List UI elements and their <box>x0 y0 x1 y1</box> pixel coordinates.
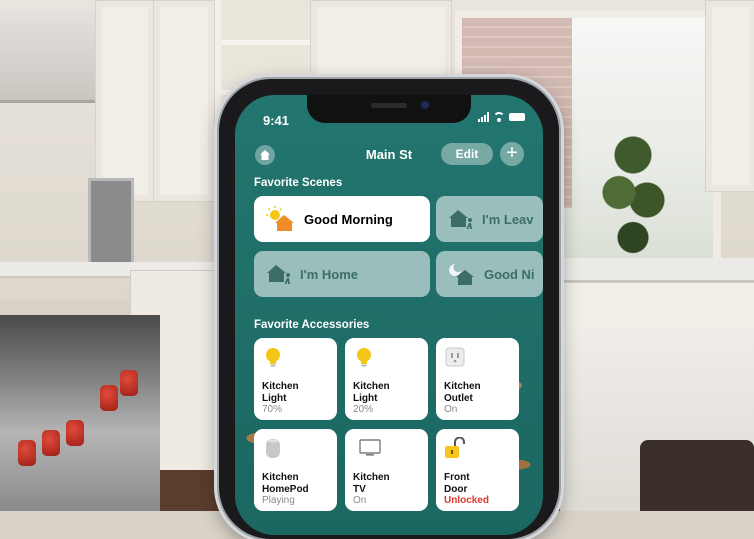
accessory-name: Kitchen <box>353 472 390 483</box>
accessory-status: 70% <box>262 404 283 415</box>
accessory-kitchen-outlet[interactable]: Kitchen Outlet On <box>436 338 519 420</box>
gas-range <box>0 315 160 511</box>
accessory-name: Outlet <box>444 392 473 404</box>
scene-label: Good Morning <box>304 211 393 227</box>
favorite-scenes-heading: Favorite Scenes <box>254 177 343 189</box>
sunrise-house-icon <box>266 206 294 231</box>
accessory-name: Front <box>444 472 470 483</box>
tv-icon <box>359 439 381 456</box>
right-counter <box>540 258 754 282</box>
arriving-house-icon <box>267 265 290 284</box>
edit-button[interactable]: Edit <box>441 143 493 165</box>
scene-label: I'm Leav <box>482 211 534 227</box>
accessory-name: Kitchen <box>262 381 299 392</box>
accessory-name: Light <box>262 392 287 404</box>
accessory-front-door[interactable]: Front Door Unlocked <box>436 429 519 511</box>
battery-icon <box>509 113 525 121</box>
scene-good-morning[interactable]: Good Morning <box>254 196 430 242</box>
lightbulb-icon <box>357 348 371 367</box>
scene-im-leaving[interactable]: I'm Leav <box>436 196 543 242</box>
wifi-icon <box>493 112 505 122</box>
scene-label: Good Ni <box>484 266 535 282</box>
range-hood <box>0 10 95 103</box>
upper-cabinet <box>705 0 754 192</box>
home-app-screen: 9:41 Main St Edit + Favorite Scenes Good… <box>235 95 543 535</box>
scene-im-home[interactable]: I'm Home <box>254 251 430 297</box>
accessory-status: 20% <box>353 404 374 415</box>
bar-stool <box>640 440 754 511</box>
unlocked-lock-icon <box>445 436 465 458</box>
accessory-name: Light <box>353 392 378 404</box>
accessory-kitchen-light-2[interactable]: Kitchen Light 20% <box>345 338 428 420</box>
add-button[interactable]: + <box>500 142 524 166</box>
scene-label: I'm Home <box>300 266 358 282</box>
accessory-name: TV <box>353 483 366 495</box>
front-camera-icon <box>421 101 429 109</box>
outlet-icon <box>445 347 465 367</box>
accessory-name: Kitchen <box>353 381 390 392</box>
cellular-signal-icon <box>478 112 489 122</box>
lightbulb-icon <box>266 348 280 367</box>
accessory-name: Kitchen <box>444 381 481 392</box>
home-title: Main St <box>365 147 413 162</box>
accessory-status: On <box>353 495 367 506</box>
leaving-house-icon <box>449 210 472 229</box>
phone-notch <box>307 95 471 123</box>
accessory-kitchen-light-1[interactable]: Kitchen Light 70% <box>254 338 337 420</box>
iphone-device: 9:41 Main St Edit + Favorite Scenes Good… <box>219 79 559 539</box>
homepod-icon <box>266 439 280 458</box>
accessory-kitchen-tv[interactable]: Kitchen TV On <box>345 429 428 511</box>
accessory-status: On <box>444 404 458 415</box>
upper-cabinet <box>153 0 215 202</box>
accessory-name: HomePod <box>262 483 309 495</box>
accessory-name: Kitchen <box>262 472 299 483</box>
scene-good-night[interactable]: Good Ni <box>436 251 543 297</box>
accessory-kitchen-homepod[interactable]: Kitchen HomePod Playing <box>254 429 337 511</box>
accessory-status: Playing <box>262 495 295 506</box>
status-icons <box>478 112 525 122</box>
status-time: 9:41 <box>263 113 290 128</box>
upper-cabinet <box>95 0 155 202</box>
earpiece-speaker <box>371 103 407 108</box>
accessory-name: Door <box>444 483 468 495</box>
favorite-accessories-heading: Favorite Accessories <box>254 319 370 331</box>
wall-oven <box>88 178 134 274</box>
window-plant <box>598 110 668 260</box>
accessory-status: Unlocked <box>444 495 490 506</box>
moon-house-icon <box>449 264 474 285</box>
